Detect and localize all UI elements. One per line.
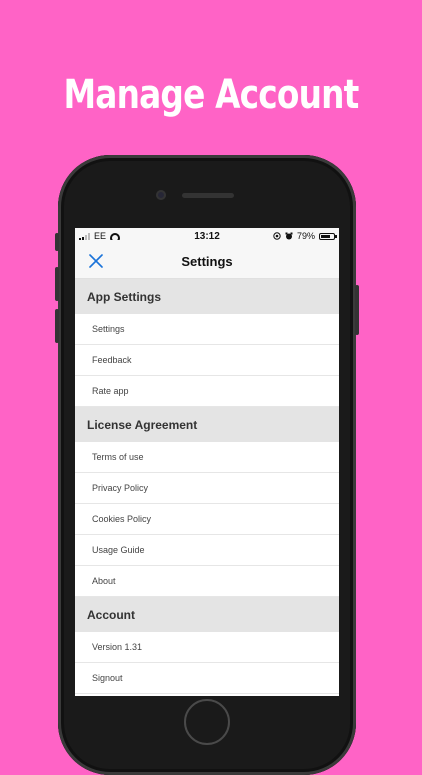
battery-icon <box>319 232 337 240</box>
close-icon[interactable] <box>87 252 105 270</box>
list-item-terms-of-use[interactable]: Terms of use <box>75 442 339 473</box>
home-button[interactable] <box>184 699 230 745</box>
volume-up-button <box>55 267 59 301</box>
settings-list: App Settings Settings Feedback Rate app … <box>75 279 339 694</box>
section-header-account: Account <box>75 597 339 632</box>
list-item-usage-guide[interactable]: Usage Guide <box>75 535 339 566</box>
battery-level <box>321 234 331 238</box>
earpiece-speaker <box>182 193 234 198</box>
list-item-rate-app[interactable]: Rate app <box>75 376 339 407</box>
alarm-icon <box>285 232 293 240</box>
phone-screen: EE 13:12 79% Settings App Settings Setti… <box>75 228 339 696</box>
signal-icon <box>79 232 90 240</box>
list-item-settings[interactable]: Settings <box>75 314 339 345</box>
section-header-license-agreement: License Agreement <box>75 407 339 442</box>
list-item-version: Version 1.31 <box>75 632 339 663</box>
list-item-cookies-policy[interactable]: Cookies Policy <box>75 504 339 535</box>
status-right: 79% <box>273 231 337 241</box>
list-item-privacy-policy[interactable]: Privacy Policy <box>75 473 339 504</box>
battery-percent: 79% <box>296 231 315 241</box>
list-item-feedback[interactable]: Feedback <box>75 345 339 376</box>
status-bar: EE 13:12 79% <box>75 228 339 244</box>
mute-switch <box>55 233 59 251</box>
section-header-app-settings: App Settings <box>75 279 339 314</box>
status-left: EE <box>79 231 121 241</box>
location-icon <box>273 232 281 240</box>
nav-title: Settings <box>181 253 233 269</box>
wifi-icon <box>110 232 121 240</box>
carrier-name: EE <box>94 231 107 241</box>
power-button <box>355 285 359 335</box>
navigation-bar: Settings <box>75 244 339 279</box>
volume-down-button <box>55 309 59 343</box>
list-item-signout[interactable]: Signout <box>75 663 339 694</box>
list-item-about[interactable]: About <box>75 566 339 597</box>
front-camera <box>156 190 166 200</box>
headline: Manage Account <box>63 72 359 118</box>
